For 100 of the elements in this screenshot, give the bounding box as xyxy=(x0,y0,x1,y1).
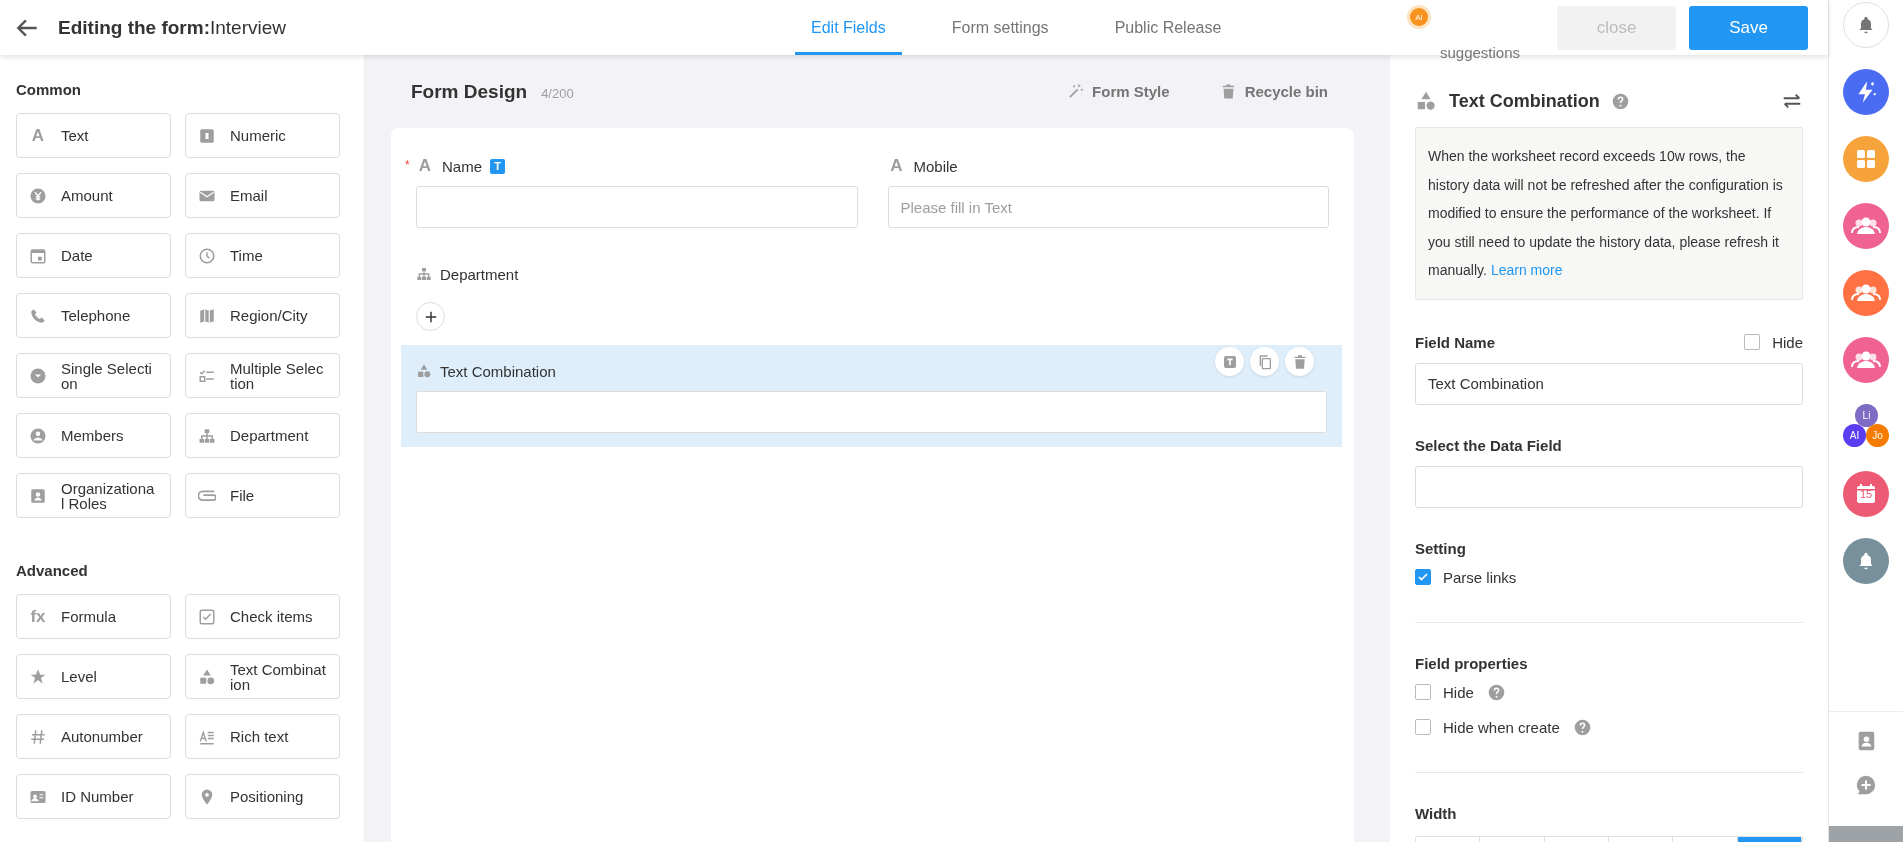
checkbox[interactable]: Hide when create xyxy=(1415,718,1560,736)
letter-icon: A xyxy=(29,125,47,146)
field-type-button[interactable]: Single Selection xyxy=(16,353,171,398)
letter-icon: A xyxy=(416,156,434,176)
map-icon xyxy=(198,306,216,325)
shapes-icon xyxy=(1415,90,1437,112)
grid-icon xyxy=(1854,147,1878,171)
checkmark-icon xyxy=(1417,571,1429,583)
shapes-icon xyxy=(416,363,432,379)
avatar[interactable]: AI xyxy=(1843,424,1866,447)
shapes-icon xyxy=(198,667,216,686)
form-field[interactable]: * A Name T xyxy=(401,144,873,252)
checkbox[interactable]: Hide xyxy=(1415,683,1474,701)
ai-suggestions-label[interactable]: suggestions xyxy=(1440,44,1521,61)
field-label: Text Combination xyxy=(440,362,556,380)
org-chart-icon xyxy=(416,266,432,282)
field-type-button[interactable]: Date xyxy=(16,233,171,278)
selected-field[interactable]: Text Combination xyxy=(401,345,1342,447)
calendar-button[interactable]: 15 xyxy=(1843,471,1889,517)
field-type-button[interactable]: Email xyxy=(185,173,340,218)
title-field-badge: T xyxy=(490,158,505,174)
field-type-button[interactable]: Level xyxy=(16,654,171,699)
panel-title: Text Combination xyxy=(1449,90,1600,112)
field-type-button[interactable]: A Text xyxy=(16,113,171,158)
field-label: Mobile xyxy=(913,157,958,175)
field-type-button[interactable]: Positioning xyxy=(185,774,340,819)
data-field-label: Select the Data Field xyxy=(1415,436,1563,454)
field-type-button[interactable]: File xyxy=(185,473,340,518)
title-toggle-button[interactable] xyxy=(1215,347,1244,376)
copy-button[interactable] xyxy=(1250,347,1279,376)
width-label: Width xyxy=(1415,804,1458,822)
recycle-bin-button[interactable]: Recycle bin xyxy=(1213,82,1334,101)
field-type-button[interactable]: ID Number xyxy=(16,774,171,819)
group-button[interactable] xyxy=(1843,337,1889,383)
yen-icon xyxy=(29,186,47,205)
tab[interactable]: Public Release xyxy=(1098,0,1238,55)
form-design-title: Form Design xyxy=(411,80,528,103)
field-type-button[interactable]: Autonumber xyxy=(16,714,171,759)
required-asterisk: * xyxy=(405,158,410,172)
add-button[interactable] xyxy=(416,302,445,331)
notification-button[interactable] xyxy=(1843,2,1889,48)
letter-icon: A xyxy=(887,156,906,176)
hash-icon xyxy=(29,727,47,746)
help-icon[interactable] xyxy=(1487,683,1505,701)
section-heading: Common xyxy=(16,81,82,98)
field-name-input[interactable]: Text Combination xyxy=(1415,362,1803,405)
field-type-button[interactable]: Department xyxy=(185,413,340,458)
org-chart-icon xyxy=(198,426,216,445)
group-button[interactable] xyxy=(1843,203,1889,249)
delete-button[interactable] xyxy=(1285,347,1314,376)
input-field[interactable] xyxy=(416,186,858,228)
clock-icon xyxy=(198,246,216,265)
notification-button[interactable] xyxy=(1843,538,1889,584)
grid-app-button[interactable] xyxy=(1843,136,1889,182)
checkbox-icon xyxy=(198,607,216,626)
help-icon[interactable] xyxy=(1611,92,1629,110)
field-type-button[interactable]: fx Formula xyxy=(16,594,171,639)
field-name-label: Field Name xyxy=(1415,333,1496,351)
tab[interactable]: Form settings xyxy=(935,0,1065,55)
notice-text: When the worksheet record exceeds 10w rows, the history data will not be refreshed after the configuration is modified to ensure the performance of the worksheet. If you still need to update the history data, please refresh it manually. Learn more xyxy=(1415,127,1803,300)
input-field[interactable]: Please fill in Text xyxy=(887,186,1329,228)
field-label: Name xyxy=(442,157,482,175)
calendar-date: 15 xyxy=(1858,488,1874,500)
help-icon[interactable] xyxy=(1573,718,1591,736)
magic-wand-icon xyxy=(1067,83,1085,100)
field-type-button[interactable]: Organizational Roles xyxy=(16,473,171,518)
setting-label: Setting xyxy=(1415,539,1467,557)
paperclip-icon xyxy=(198,490,216,501)
field-type-button[interactable]: Text Combination xyxy=(185,654,340,699)
field-type-button[interactable]: Rich text xyxy=(185,714,340,759)
field-type-button[interactable]: Time xyxy=(185,233,340,278)
person-icon xyxy=(29,426,47,445)
field-type-button[interactable]: Members xyxy=(16,413,171,458)
field-type-button[interactable]: Numeric xyxy=(185,113,340,158)
lightning-app-button[interactable] xyxy=(1843,69,1889,115)
letter-t-icon xyxy=(1221,353,1238,370)
form-field[interactable]: A Mobile Please fill in Text xyxy=(872,144,1344,252)
formula-icon: fx xyxy=(29,606,47,627)
add-chat-icon[interactable] xyxy=(1855,774,1877,796)
dropdown-icon xyxy=(29,366,47,385)
form-style-button[interactable]: Form Style xyxy=(1061,82,1176,101)
section-heading: Advanced xyxy=(16,562,89,579)
field-type-button[interactable]: Multiple Selection xyxy=(185,353,340,398)
hide-checkbox[interactable]: Hide xyxy=(1744,333,1803,351)
field-type-button[interactable]: Check items xyxy=(185,594,340,639)
checkbox[interactable]: Parse links xyxy=(1415,568,1803,586)
field-count: 4/200 xyxy=(541,86,574,101)
data-field-select[interactable] xyxy=(1415,465,1803,508)
field-type-button[interactable]: Telephone xyxy=(16,293,171,338)
field-label: Department xyxy=(440,265,519,283)
form-field[interactable]: Department xyxy=(401,252,1344,345)
id-card-icon xyxy=(29,486,47,505)
form-title: Editing the form:Interview xyxy=(58,16,287,39)
calendar-icon xyxy=(1854,482,1878,506)
field-type-button[interactable]: Amount xyxy=(16,173,171,218)
group-button[interactable] xyxy=(1843,270,1889,316)
avatar[interactable]: Li xyxy=(1855,404,1878,427)
input-field[interactable] xyxy=(416,391,1327,433)
phone-icon xyxy=(29,306,47,325)
field-type-button[interactable]: Region/City xyxy=(185,293,340,338)
